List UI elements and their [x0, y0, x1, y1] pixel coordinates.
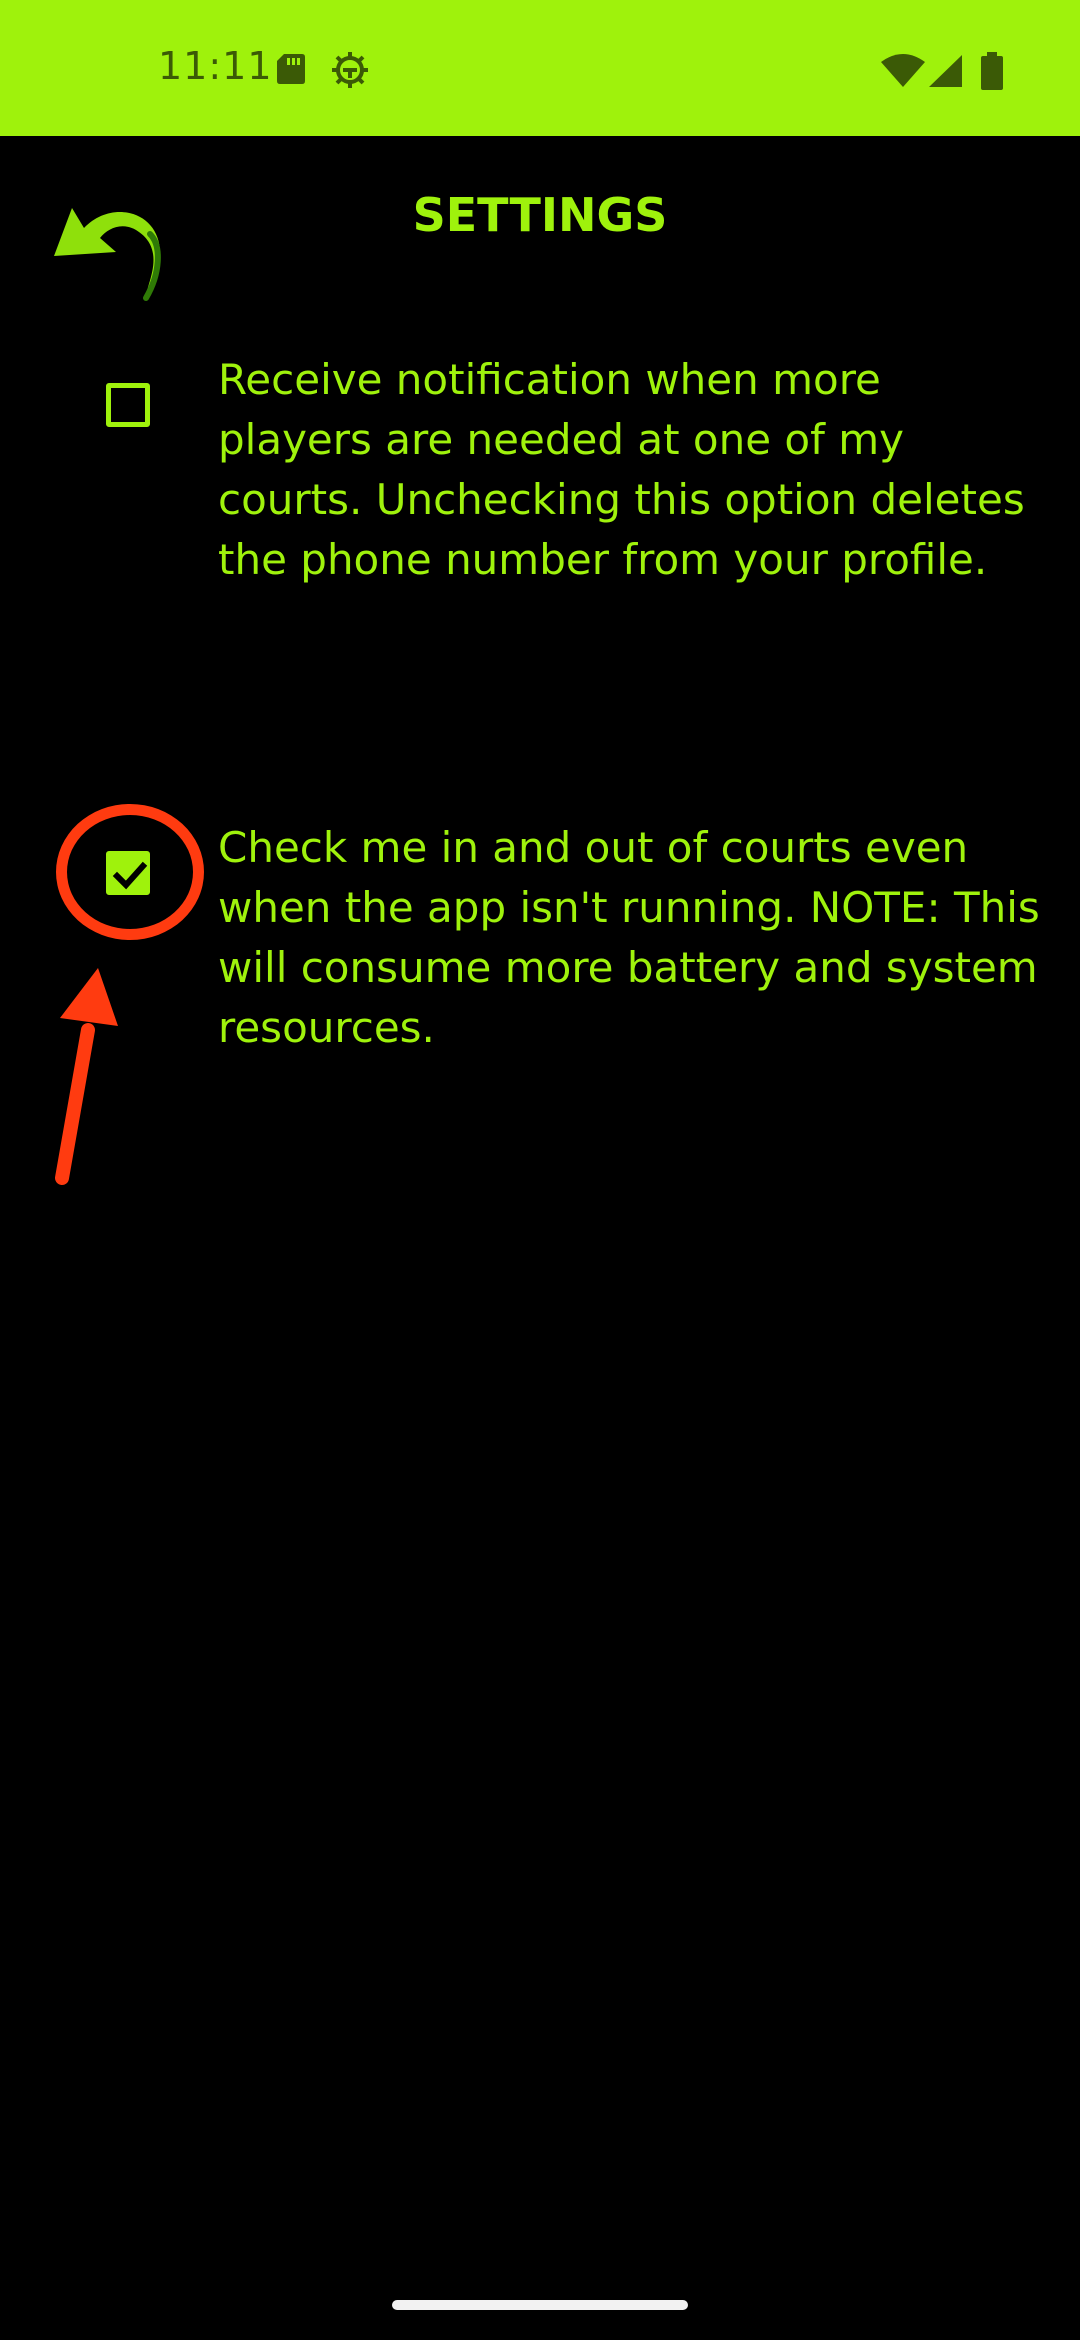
annotation-arrow [40, 960, 130, 1194]
gear-icon [330, 50, 370, 94]
background-checkin-option-label: Check me in and out of courts even when … [218, 823, 1040, 1052]
notification-option-label: Receive notification when more players a… [218, 355, 1025, 584]
page-title: SETTINGS [412, 188, 668, 242]
annotation-circle [56, 804, 204, 940]
sd-card-icon [274, 52, 308, 90]
battery-icon [980, 52, 1004, 94]
notification-checkbox[interactable] [106, 383, 150, 427]
signal-icon [928, 54, 964, 92]
status-bar: 11:11 [0, 0, 1080, 136]
back-arrow-icon [50, 208, 180, 310]
wifi-icon [880, 54, 926, 92]
status-time: 11:11 [158, 44, 273, 88]
home-indicator[interactable] [392, 2300, 688, 2310]
